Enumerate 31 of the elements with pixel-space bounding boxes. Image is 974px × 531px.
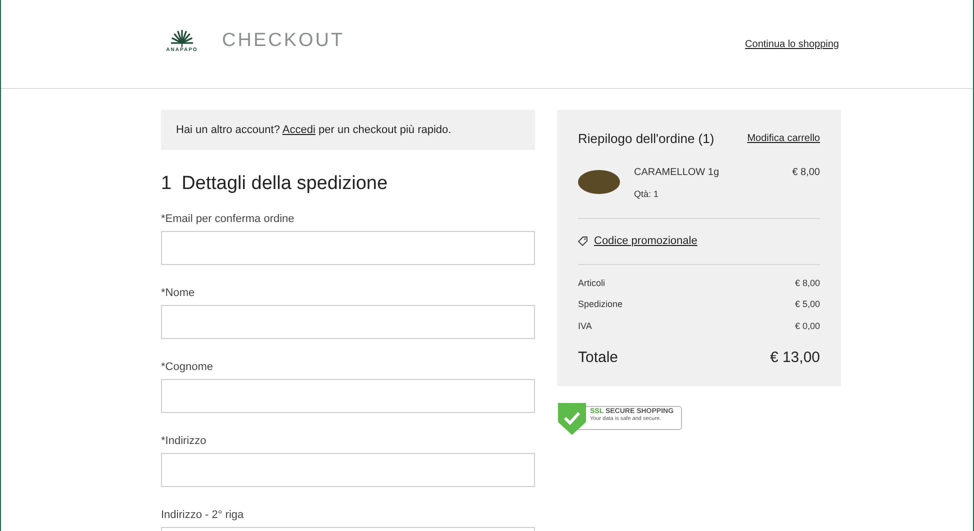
summary-line-label: Spedizione — [578, 298, 623, 311]
summary-line-label: Articoli — [578, 276, 606, 290]
product-price: € 8,00 — [792, 166, 820, 180]
field-label: *Email per conferma ordine — [161, 212, 296, 226]
summary-line-value: € 0,00 — [794, 320, 820, 332]
summary-line-value: € 5,00 — [794, 298, 820, 311]
promo-code-link[interactable]: Codice promozionale — [594, 233, 698, 250]
product-name: CARAMELLOW 1g — [634, 166, 720, 180]
input-field[interactable] — [161, 230, 535, 264]
section-heading: 1 Dettagli della spedizione — [161, 172, 389, 196]
input-field[interactable] — [161, 452, 535, 486]
edit-cart-link[interactable]: Modifica carrello — [747, 131, 820, 146]
total-label: Totale — [578, 348, 618, 368]
summary-line-label: IVA — [578, 320, 592, 332]
total-value: € 13,00 — [770, 348, 820, 368]
plant-leaf-icon — [170, 29, 194, 47]
field-label: *Cognome — [161, 360, 214, 374]
product-photo-placeholder — [578, 170, 620, 194]
tag-icon — [578, 236, 588, 246]
field-label: *Indirizzo — [161, 434, 208, 448]
input-field[interactable] — [161, 304, 535, 338]
summary-line-value: € 8,00 — [794, 276, 820, 290]
login-prompt: Hai un altro account? Accedi per un checkout più rapido. — [176, 122, 452, 138]
continue-shopping-link[interactable]: Continua lo shopping — [745, 36, 839, 52]
login-link[interactable]: Accedi — [282, 124, 316, 136]
summary-title: Riepilogo dell'ordine (1) — [578, 130, 714, 148]
field-label: Indirizzo - 2° riga — [161, 508, 245, 522]
field-label: *Nome — [161, 286, 196, 300]
page-title: CHECKOUT — [222, 28, 345, 53]
product-quantity: Qtà: 1 — [634, 188, 660, 201]
input-field[interactable] — [161, 378, 535, 412]
